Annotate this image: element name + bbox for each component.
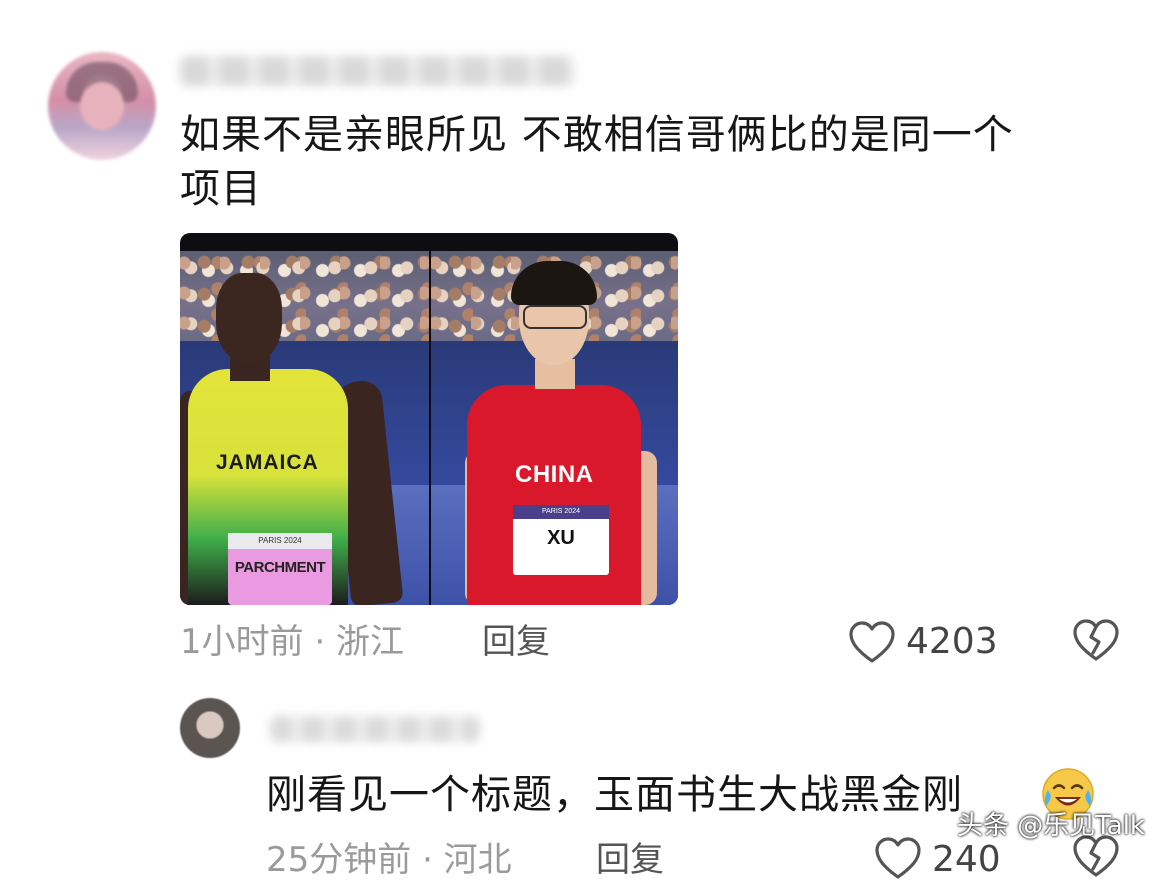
bib-event: PARIS 2024 <box>258 536 302 545</box>
commenter-avatar[interactable] <box>48 52 156 160</box>
reply-button[interactable]: 回复 <box>482 622 550 662</box>
glasses <box>523 305 587 329</box>
dislike-broken-heart-icon[interactable] <box>1072 618 1120 662</box>
race-bib: PARIS 2024 XU <box>513 505 609 575</box>
comment-time-location: 1小时前 · 浙江 <box>180 622 405 662</box>
comment-text: 刚看见一个标题，玉面书生大战黑金刚 <box>266 772 963 818</box>
comment-text-line-2: 项目 <box>180 166 262 212</box>
like-count: 240 <box>932 839 1001 880</box>
comment-text: 如果不是亲眼所见 不敢相信哥俩比的是同一个 项目 <box>180 108 1140 216</box>
like-heart-icon[interactable] <box>848 620 896 664</box>
commenter-name-blurred[interactable] <box>180 56 575 86</box>
like-heart-icon[interactable] <box>874 836 922 880</box>
watermark: 头条 @乐见Talk <box>956 811 1145 841</box>
jersey-text: JAMAICA <box>216 451 319 474</box>
comment-time-location: 25分钟前 · 河北 <box>266 840 512 880</box>
athlete-head <box>216 273 282 363</box>
race-bib: PARIS 2024 PARCHMENT <box>228 533 332 605</box>
commenter-avatar[interactable] <box>180 698 240 758</box>
bib-event: PARIS 2024 <box>541 508 580 515</box>
avatar-face <box>80 82 124 130</box>
like-count: 4203 <box>906 621 998 662</box>
bib-name: PARCHMENT <box>234 559 326 576</box>
comment-image[interactable]: JAMAICA PARIS 2024 PARCHMENT CHINA PARIS… <box>180 233 678 605</box>
bib-name: XU <box>547 527 575 549</box>
athlete-photo-right: CHINA PARIS 2024 XU <box>431 251 678 605</box>
athlete-photo-left: JAMAICA PARIS 2024 PARCHMENT <box>180 251 429 605</box>
reply-button[interactable]: 回复 <box>596 840 664 880</box>
jersey-text: CHINA <box>515 461 594 488</box>
comment-text-line-1: 如果不是亲眼所见 不敢相信哥俩比的是同一个 <box>180 112 1014 158</box>
commenter-name-blurred[interactable] <box>270 716 480 742</box>
